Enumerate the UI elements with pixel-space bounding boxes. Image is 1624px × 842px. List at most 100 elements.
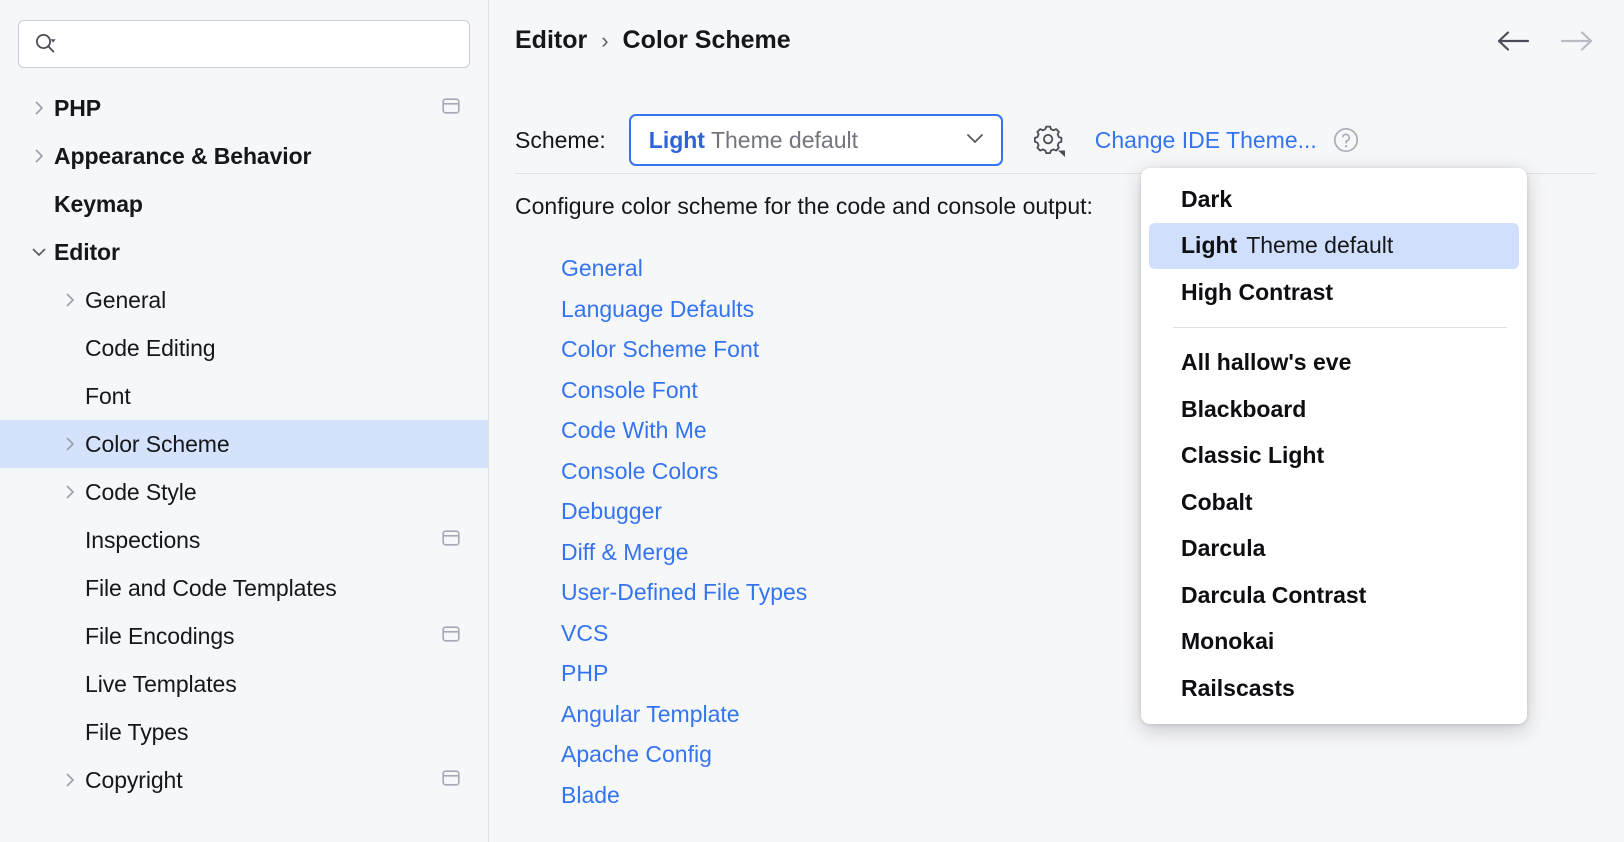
change-ide-theme-link[interactable]: Change IDE Theme... <box>1095 127 1317 154</box>
breadcrumb-parent[interactable]: Editor <box>515 26 587 55</box>
project-scope-badge-icon <box>440 528 462 553</box>
sidebar-item-general[interactable]: General <box>0 276 488 324</box>
search-area <box>0 0 488 68</box>
menu-item-label: Blackboard <box>1181 396 1306 423</box>
sidebar-item-file-encodings[interactable]: File Encodings <box>0 612 488 660</box>
twisty-placeholder <box>55 612 85 660</box>
settings-main-panel: Editor › Color Scheme Scheme: <box>489 0 1624 842</box>
menu-item-darcula[interactable]: Darcula <box>1149 526 1519 573</box>
forward-arrow-icon[interactable] <box>1556 28 1596 54</box>
scheme-combobox-value-rest: Theme default <box>711 127 858 153</box>
menu-item-label: Classic Light <box>1181 442 1324 469</box>
scheme-link-vcs[interactable]: VCS <box>561 613 608 654</box>
chevron-down-icon[interactable] <box>24 228 54 276</box>
menu-item-blackboard[interactable]: Blackboard <box>1149 386 1519 433</box>
twisty-placeholder <box>55 708 85 756</box>
sidebar-item-color-scheme[interactable]: Color Scheme <box>0 420 488 468</box>
menu-item-label: Railscasts <box>1181 675 1295 702</box>
sidebar-item-label: Copyright <box>85 767 183 794</box>
breadcrumb: Editor › Color Scheme <box>515 26 791 55</box>
sidebar-item-label: File Encodings <box>85 623 234 650</box>
menu-item-dark[interactable]: Dark <box>1149 176 1519 223</box>
sidebar-item-label: Font <box>85 383 131 410</box>
scheme-label: Scheme: <box>515 127 606 154</box>
twisty-placeholder <box>55 516 85 564</box>
chevron-right-icon[interactable] <box>24 84 54 132</box>
scheme-link-code-with-me[interactable]: Code With Me <box>561 410 707 451</box>
sidebar-item-label: Live Templates <box>85 671 237 698</box>
sidebar-item-editor[interactable]: Editor <box>0 228 488 276</box>
twisty-placeholder <box>55 564 85 612</box>
scheme-link-user-defined-file-types[interactable]: User-Defined File Types <box>561 572 807 613</box>
search-input[interactable] <box>59 22 455 66</box>
scheme-link-blade[interactable]: Blade <box>561 775 620 816</box>
menu-item-label: Cobalt <box>1181 489 1253 516</box>
menu-item-high-contrast[interactable]: High Contrast <box>1149 269 1519 316</box>
scheme-combobox[interactable]: Light Theme default <box>629 114 1003 166</box>
menu-item-label: Light <box>1181 232 1237 259</box>
twisty-placeholder <box>55 324 85 372</box>
scheme-link-general[interactable]: General <box>561 248 643 289</box>
sidebar-item-label: Appearance & Behavior <box>54 143 311 170</box>
settings-tree: PHP Appearance & Behavior Keymap Editor Gene… <box>0 84 488 804</box>
sidebar-item-label: General <box>85 287 166 314</box>
twisty-placeholder <box>24 180 54 228</box>
gear-icon[interactable] <box>1029 120 1069 160</box>
settings-sidebar: PHP Appearance & Behavior Keymap Editor Gene… <box>0 0 489 842</box>
sidebar-item-php[interactable]: PHP <box>0 84 488 132</box>
menu-item-light[interactable]: LightTheme default <box>1149 223 1519 270</box>
back-arrow-icon[interactable] <box>1494 28 1534 54</box>
sidebar-item-label: Keymap <box>54 191 143 218</box>
menu-item-label: Dark <box>1181 186 1232 213</box>
sidebar-item-label: Editor <box>54 239 120 266</box>
twisty-placeholder <box>55 372 85 420</box>
scheme-link-debugger[interactable]: Debugger <box>561 491 662 532</box>
sidebar-item-copyright[interactable]: Copyright <box>0 756 488 804</box>
search-icon <box>33 31 59 57</box>
project-scope-badge-icon <box>440 768 462 793</box>
menu-item-label: High Contrast <box>1181 279 1333 306</box>
help-icon[interactable] <box>1333 127 1359 153</box>
twisty-placeholder <box>55 660 85 708</box>
menu-item-monokai[interactable]: Monokai <box>1149 619 1519 666</box>
chevron-right-icon[interactable] <box>55 276 85 324</box>
scheme-link-apache-config[interactable]: Apache Config <box>561 734 712 775</box>
sidebar-item-inspections[interactable]: Inspections <box>0 516 488 564</box>
menu-item-all-hallow-s-eve[interactable]: All hallow's eve <box>1149 340 1519 387</box>
scheme-link-language-defaults[interactable]: Language Defaults <box>561 289 754 330</box>
sidebar-item-file-types[interactable]: File Types <box>0 708 488 756</box>
menu-item-cobalt[interactable]: Cobalt <box>1149 479 1519 526</box>
sidebar-item-keymap[interactable]: Keymap <box>0 180 488 228</box>
configure-description: Configure color scheme for the code and … <box>515 193 1093 220</box>
sidebar-item-label: Code Style <box>85 479 197 506</box>
chevron-right-icon[interactable] <box>55 756 85 804</box>
menu-item-railscasts[interactable]: Railscasts <box>1149 665 1519 712</box>
menu-item-classic-light[interactable]: Classic Light <box>1149 433 1519 480</box>
settings-dialog: PHP Appearance & Behavior Keymap Editor Gene… <box>0 0 1624 842</box>
chevron-down-icon <box>963 126 987 155</box>
chevron-right-icon[interactable] <box>24 132 54 180</box>
navigation-arrows <box>1494 28 1596 54</box>
chevron-right-icon[interactable] <box>55 420 85 468</box>
sidebar-item-code-style[interactable]: Code Style <box>0 468 488 516</box>
scheme-link-console-font[interactable]: Console Font <box>561 370 698 411</box>
sidebar-item-code-editing[interactable]: Code Editing <box>0 324 488 372</box>
scheme-link-color-scheme-font[interactable]: Color Scheme Font <box>561 329 759 370</box>
scheme-link-console-colors[interactable]: Console Colors <box>561 451 718 492</box>
sidebar-item-label: Code Editing <box>85 335 216 362</box>
sidebar-item-label: Inspections <box>85 527 200 554</box>
scheme-link-angular-template[interactable]: Angular Template <box>561 694 740 735</box>
search-box[interactable] <box>18 20 470 68</box>
scheme-link-php[interactable]: PHP <box>561 653 608 694</box>
sidebar-item-font[interactable]: Font <box>0 372 488 420</box>
breadcrumb-current: Color Scheme <box>623 26 791 55</box>
sidebar-item-file-and-code-templates[interactable]: File and Code Templates <box>0 564 488 612</box>
scheme-link-diff-merge[interactable]: Diff & Merge <box>561 532 688 573</box>
menu-item-darcula-contrast[interactable]: Darcula Contrast <box>1149 572 1519 619</box>
menu-item-label: All hallow's eve <box>1181 349 1351 376</box>
sidebar-item-live-templates[interactable]: Live Templates <box>0 660 488 708</box>
scheme-dropdown-menu[interactable]: Dark LightTheme default High Contrast All h… <box>1141 168 1527 724</box>
sidebar-item-appearance-behavior[interactable]: Appearance & Behavior <box>0 132 488 180</box>
sidebar-item-label: File and Code Templates <box>85 575 337 602</box>
chevron-right-icon[interactable] <box>55 468 85 516</box>
